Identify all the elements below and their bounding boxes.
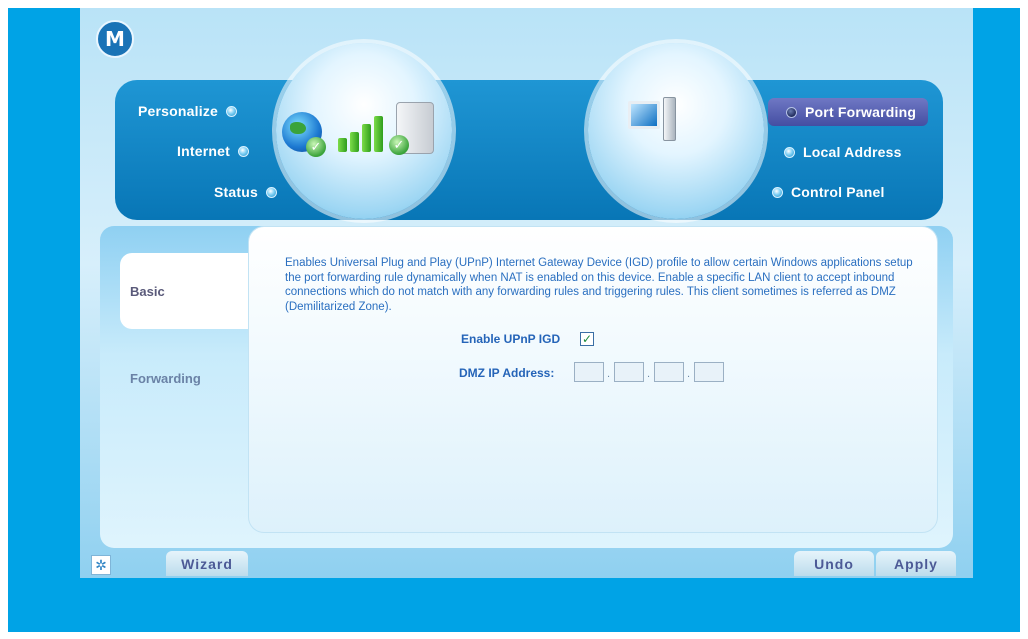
nav-local-address[interactable]: Local Address <box>776 141 902 163</box>
tab-forwarding-label: Forwarding <box>130 370 201 386</box>
tab-basic-label: Basic <box>130 283 165 299</box>
settings-icon[interactable]: ✲ <box>91 555 111 575</box>
wizard-button-label: Wizard <box>181 555 233 572</box>
upnp-description: Enables Universal Plug and Play (UPnP) I… <box>285 257 913 313</box>
upnp-igd-label: Enable UPnP IGD <box>461 332 561 346</box>
dmz-ip-octet-4[interactable] <box>694 362 724 382</box>
nav-internet[interactable]: Internet <box>177 140 257 162</box>
radio-dot-selected-icon <box>786 106 797 118</box>
nav-personalize[interactable]: Personalize <box>138 100 245 122</box>
ip-separator: . <box>607 368 611 380</box>
check-icon: ✓ <box>306 137 326 157</box>
nav-local-address-label: Local Address <box>803 144 902 160</box>
signal-bars-icon <box>338 112 392 152</box>
nav-internet-label: Internet <box>177 143 230 159</box>
radio-dot-icon <box>784 146 795 158</box>
radio-dot-icon <box>772 186 783 198</box>
radio-dot-icon <box>237 145 249 157</box>
nav-port-forwarding-label: Port Forwarding <box>805 104 917 120</box>
nav-control-panel[interactable]: Control Panel <box>764 181 885 203</box>
check-icon: ✓ <box>389 135 409 155</box>
dmz-ip-octet-2[interactable] <box>614 362 644 382</box>
computer-monitor-icon <box>628 101 660 129</box>
nav-status-label: Status <box>214 184 258 200</box>
radio-dot-icon <box>266 186 277 198</box>
nav-port-forwarding[interactable]: Port Forwarding <box>778 101 916 123</box>
motorola-logo: M <box>96 20 134 58</box>
undo-button[interactable]: Undo <box>794 551 874 576</box>
nav-control-panel-label: Control Panel <box>791 184 885 200</box>
ip-separator: . <box>687 368 691 380</box>
apply-button[interactable]: Apply <box>876 551 956 576</box>
tab-forwarding[interactable]: Forwarding <box>120 340 260 416</box>
apply-button-label: Apply <box>894 555 938 572</box>
network-bubble <box>588 43 764 219</box>
upnp-igd-checkbox[interactable]: ✓ <box>580 332 594 346</box>
wizard-button[interactable]: Wizard <box>166 551 248 576</box>
tab-basic[interactable]: Basic <box>120 253 260 329</box>
computer-tower-icon <box>663 97 676 141</box>
nav-personalize-label: Personalize <box>138 103 219 119</box>
ip-separator: . <box>647 368 651 380</box>
dmz-ip-label: DMZ IP Address: <box>459 366 555 380</box>
dmz-ip-octet-3[interactable] <box>654 362 684 382</box>
radio-dot-icon <box>226 105 238 117</box>
undo-button-label: Undo <box>814 555 854 572</box>
nav-status[interactable]: Status <box>214 181 285 203</box>
dmz-ip-octet-1[interactable] <box>574 362 604 382</box>
